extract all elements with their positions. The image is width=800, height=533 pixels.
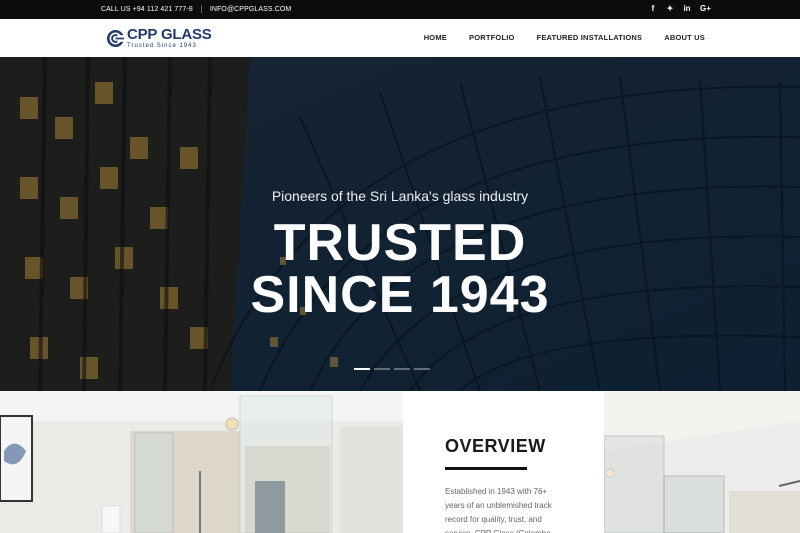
linkedin-icon[interactable]: in bbox=[683, 4, 691, 13]
nav-menu: HOME PORTFOLIO FEATURED INSTALLATIONS AB… bbox=[424, 33, 705, 42]
email-link[interactable]: INFO@CPPGLASS.COM bbox=[210, 6, 292, 13]
shower-image-left bbox=[0, 391, 403, 533]
hero-subtitle: Pioneers of the Sri Lanka's glass indust… bbox=[271, 188, 529, 204]
logo-name: CPP GLASS bbox=[127, 26, 212, 43]
slide-dot[interactable] bbox=[374, 368, 390, 370]
hero-title-line1: TRUSTED bbox=[273, 214, 527, 272]
top-bar: CALL US +94 112 421 777-8 INFO@CPPGLASS.… bbox=[0, 0, 800, 19]
slide-dot[interactable] bbox=[414, 368, 430, 370]
slide-dot[interactable] bbox=[354, 368, 370, 370]
overview-panel: OVERVIEW Established in 1943 with 76+ ye… bbox=[403, 391, 604, 533]
nav-item-featured-installations[interactable]: FEATURED INSTALLATIONS bbox=[537, 33, 643, 42]
overview-section: OVERVIEW Established in 1943 with 76+ ye… bbox=[0, 391, 800, 533]
social-links: f ✦ in G+ bbox=[649, 4, 711, 13]
slider-pagination bbox=[354, 368, 430, 370]
overview-text: Established in 1943 with 76+ years of an… bbox=[445, 487, 552, 533]
nav-item-portfolio[interactable]: PORTFOLIO bbox=[469, 33, 515, 42]
logo[interactable]: CPP GLASS Trusted Since 1943 bbox=[107, 27, 212, 49]
overview-heading: OVERVIEW bbox=[445, 436, 546, 456]
slide-dot[interactable] bbox=[394, 368, 410, 370]
contact-info: CALL US +94 112 421 777-8 INFO@CPPGLASS.… bbox=[101, 5, 291, 13]
phone-link[interactable]: CALL US +94 112 421 777-8 bbox=[101, 6, 193, 13]
heading-underline bbox=[445, 467, 527, 470]
nav-item-home[interactable]: HOME bbox=[424, 33, 447, 42]
twitter-icon[interactable]: ✦ bbox=[666, 4, 674, 13]
google-plus-icon[interactable]: G+ bbox=[700, 4, 711, 13]
main-nav: CPP GLASS Trusted Since 1943 HOME PORTFO… bbox=[0, 19, 800, 57]
shower-image-right bbox=[604, 391, 800, 533]
divider bbox=[200, 5, 202, 13]
facebook-icon[interactable]: f bbox=[649, 4, 657, 13]
logo-tagline: Trusted Since 1943 bbox=[127, 43, 197, 49]
nav-item-about-us[interactable]: ABOUT US bbox=[664, 33, 705, 42]
hero-slider: Pioneers of the Sri Lanka's glass indust… bbox=[0, 57, 800, 391]
logo-mark-icon bbox=[107, 29, 124, 47]
hero-title-line2: SINCE 1943 bbox=[250, 266, 550, 324]
hero-title: TRUSTED SINCE 1943 bbox=[0, 217, 800, 321]
